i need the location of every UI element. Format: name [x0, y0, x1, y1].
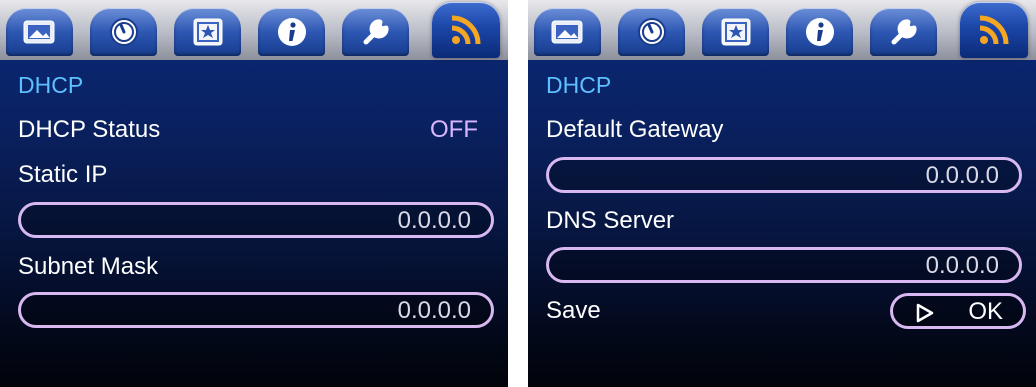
static-ip-field[interactable]: 0.0.0.0 [18, 202, 494, 238]
tab-clock[interactable] [90, 8, 157, 56]
static-ip-label: Static IP [18, 161, 108, 188]
dns-server-value: 0.0.0.0 [925, 252, 999, 279]
wrench-icon [363, 19, 389, 45]
dhcp-settings-screen-left: DHCP DHCP Status OFF Static IP 0.0.0.0 S… [0, 0, 508, 387]
dhcp-status-value[interactable]: OFF [430, 116, 478, 144]
section-title: DHCP [18, 72, 84, 98]
star-icon [193, 18, 222, 46]
tab-bar [0, 0, 508, 60]
tab-settings[interactable] [870, 8, 937, 56]
wrench-icon [891, 19, 917, 45]
ok-button-label: OK [968, 298, 1003, 325]
info-icon [277, 18, 306, 46]
subnet-mask-value: 0.0.0.0 [397, 297, 471, 324]
section-title: DHCP [546, 72, 612, 98]
dns-server-field[interactable]: 0.0.0.0 [546, 247, 1022, 283]
rss-icon [451, 15, 481, 45]
default-gateway-value: 0.0.0.0 [925, 162, 999, 189]
tab-info[interactable] [786, 8, 853, 56]
static-ip-value: 0.0.0.0 [397, 207, 471, 234]
subnet-mask-field[interactable]: 0.0.0.0 [18, 292, 494, 328]
default-gateway-label: Default Gateway [546, 116, 724, 143]
clock-icon [637, 18, 666, 46]
tab-network[interactable] [432, 2, 500, 58]
dhcp-status-label[interactable]: DHCP Status [18, 116, 160, 144]
play-icon [916, 303, 934, 323]
tab-favorites[interactable] [702, 8, 769, 56]
tab-bar [528, 0, 1036, 60]
tab-photos[interactable] [534, 8, 601, 56]
tab-favorites[interactable] [174, 8, 241, 56]
save-label: Save [546, 297, 601, 324]
dhcp-settings-screen-right: DHCP Default Gateway 0.0.0.0 DNS Server … [528, 0, 1036, 387]
ok-button[interactable]: OK [890, 293, 1026, 329]
tab-photos[interactable] [6, 8, 73, 56]
dns-server-label: DNS Server [546, 207, 675, 234]
subnet-mask-label: Subnet Mask [18, 253, 159, 280]
tab-info[interactable] [258, 8, 325, 56]
photo-icon [23, 20, 54, 44]
tab-network[interactable] [960, 2, 1028, 58]
rss-icon [979, 15, 1009, 45]
clock-icon [109, 18, 138, 46]
tab-settings[interactable] [342, 8, 409, 56]
tab-clock[interactable] [618, 8, 685, 56]
info-icon [805, 18, 834, 46]
star-icon [721, 18, 750, 46]
photo-icon [551, 20, 582, 44]
default-gateway-field[interactable]: 0.0.0.0 [546, 157, 1022, 193]
